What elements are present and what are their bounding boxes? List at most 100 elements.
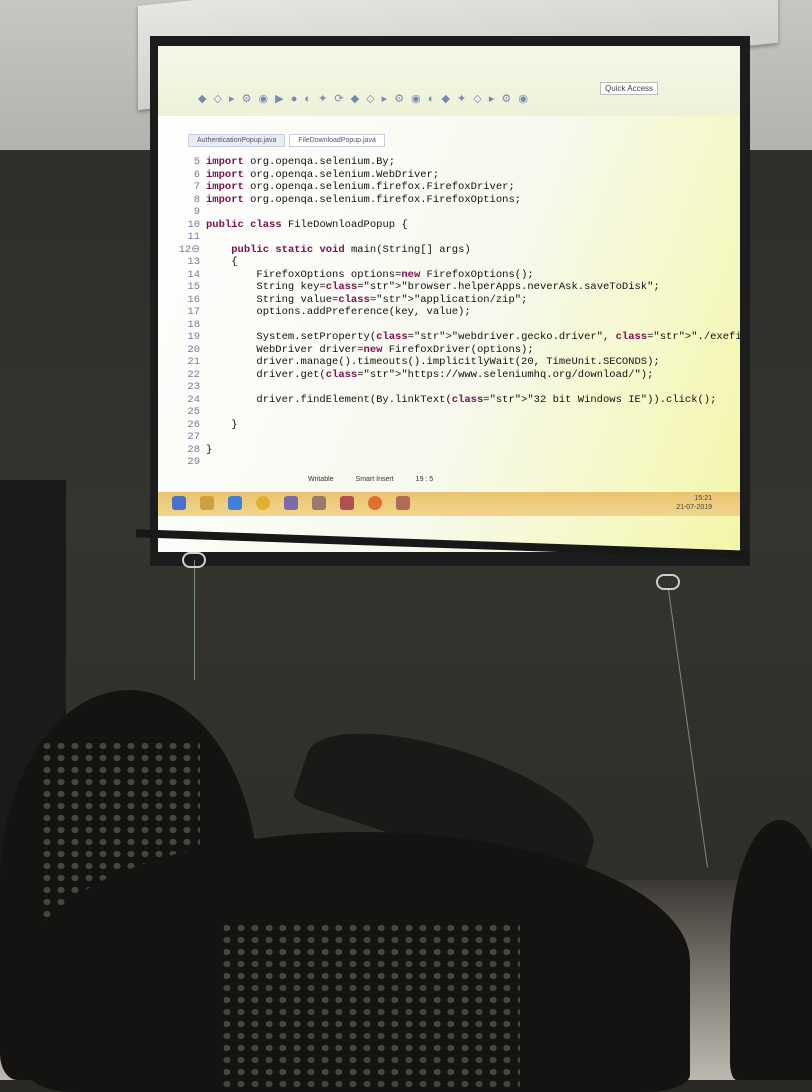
projected-ide-window: ◆ ◇ ▸ ⚙ ◉ ▶ ● ◐ ✦ ⟳ ◆ ◇ ▸ ⚙ ◉ ◐ ◆ ✦ ◇ ▸ …	[158, 46, 740, 552]
code-line: 15 String key=class="str">"browser.helpe…	[178, 281, 698, 294]
line-number: 29	[187, 456, 200, 468]
line-number: 17	[187, 306, 200, 318]
line-text: }	[206, 443, 213, 456]
system-tray-clock[interactable]: 15:21 21-07-2019	[676, 494, 712, 512]
code-line: 17 options.addPreference(key, value);	[178, 306, 698, 319]
line-text: driver.get(class="str">"https://www.sele…	[206, 368, 654, 381]
line-number: 10	[187, 218, 200, 231]
line-number: 25	[187, 406, 200, 418]
code-line: 19 System.setProperty(class="str">"webdr…	[178, 331, 740, 344]
line-number: 8	[193, 193, 200, 206]
code-line: 22 driver.get(class="str">"https://www.s…	[178, 369, 698, 382]
line-text: import org.openqa.selenium.WebDriver;	[206, 168, 440, 181]
chrome-icon[interactable]	[256, 496, 270, 510]
line-number: 27	[187, 431, 200, 443]
code-line: 5 import org.openqa.selenium.By;	[178, 156, 698, 169]
code-line: 23	[178, 381, 698, 394]
code-line: 6 import org.openqa.selenium.WebDriver;	[178, 169, 698, 182]
status-writable: Writable	[308, 476, 334, 483]
line-number: 24	[187, 393, 200, 406]
status-cursor-position: 19 : 5	[415, 476, 434, 483]
screen-hook-left	[182, 552, 206, 568]
line-number: 5	[193, 156, 200, 168]
line-number: 23	[187, 381, 200, 393]
line-text: public class FileDownloadPopup {	[206, 218, 408, 231]
tab-file-download-popup[interactable]: FileDownloadPopup.java	[289, 134, 385, 147]
line-text: WebDriver driver=new FirefoxDriver(optio…	[206, 343, 534, 356]
screen-wire-left	[194, 560, 195, 680]
status-bar: Writable Smart Insert 19 : 5	[308, 476, 433, 483]
line-number: 7	[193, 181, 200, 193]
toolbar-icons: ◆ ◇ ▸ ⚙ ◉ ▶ ● ◐ ✦ ⟳ ◆ ◇ ▸ ⚙ ◉ ◐ ◆ ✦ ◇ ▸ …	[198, 93, 530, 105]
code-line: 9	[178, 206, 698, 219]
line-number: 16	[187, 293, 200, 306]
eclipse-active-icon[interactable]	[396, 496, 410, 510]
line-number: 9	[193, 206, 200, 218]
code-line: 25	[178, 406, 698, 419]
tab-authentication-popup[interactable]: AuthenticationPopup.java	[188, 134, 286, 147]
line-number: 6	[193, 168, 200, 181]
windows-taskbar: 15:21 21-07-2019	[158, 492, 740, 516]
line-text: import org.openqa.selenium.firefox.Firef…	[206, 193, 522, 206]
chair-front-mesh	[220, 922, 520, 1092]
line-number: 20	[187, 343, 200, 356]
code-line: 29	[178, 456, 698, 469]
line-text: String value=class="str">"application/zi…	[206, 293, 528, 306]
code-line: 7 import org.openqa.selenium.firefox.Fire…	[178, 181, 698, 194]
line-text: System.setProperty(class="str">"webdrive…	[206, 331, 740, 343]
line-text: import org.openqa.selenium.firefox.Firef…	[206, 181, 515, 193]
ide-toolbar: ◆ ◇ ▸ ⚙ ◉ ▶ ● ◐ ✦ ⟳ ◆ ◇ ▸ ⚙ ◉ ◐ ◆ ✦ ◇ ▸ …	[158, 46, 740, 116]
line-text: options.addPreference(key, value);	[206, 306, 471, 318]
line-number: 21	[187, 356, 200, 368]
ie-icon[interactable]	[228, 496, 242, 510]
chair-front	[30, 832, 690, 1092]
quick-access-field[interactable]: Quick Access	[600, 82, 659, 95]
line-number: 11	[187, 231, 200, 243]
code-editor[interactable]: 5 import org.openqa.selenium.By; 6 import o…	[178, 156, 740, 476]
explorer-icon[interactable]	[200, 496, 214, 510]
code-line: 24 driver.findElement(By.linkText(class=…	[178, 393, 716, 407]
line-text: driver.manage().timeouts().implicitlyWai…	[206, 356, 660, 368]
code-line: 10 public class FileDownloadPopup {	[178, 219, 698, 232]
app-icon[interactable]	[340, 496, 354, 510]
firefox-icon[interactable]	[368, 496, 382, 510]
code-line: 20 WebDriver driver=new FirefoxDriver(op…	[178, 344, 698, 357]
status-insert-mode: Smart Insert	[355, 476, 394, 483]
classroom-scene: ◆ ◇ ▸ ⚙ ◉ ▶ ● ◐ ✦ ⟳ ◆ ◇ ▸ ⚙ ◉ ◐ ◆ ✦ ◇ ▸ …	[0, 0, 812, 1092]
line-number: 15	[187, 281, 200, 293]
line-number: 28	[187, 443, 200, 456]
code-line: 27	[178, 431, 698, 444]
tray-time: 15:21	[694, 495, 712, 502]
line-text: public static void main(String[] args)	[231, 243, 471, 256]
line-text: String key=class="str">"browser.helperAp…	[206, 281, 660, 293]
line-number: 18	[187, 318, 200, 331]
line-number: 22	[187, 368, 200, 381]
line-text: driver.findElement(By.linkText(class="st…	[206, 393, 717, 406]
code-line: 18	[178, 319, 698, 332]
screen-hook-right	[656, 574, 680, 590]
code-line: 12⊖ public static void main(String[] arg…	[178, 244, 698, 257]
line-text: FirefoxOptions options=new FirefoxOption…	[206, 268, 534, 281]
line-number: 13	[187, 256, 200, 268]
line-number: 26	[187, 418, 200, 431]
code-line: 16 String value=class="str">"application…	[178, 294, 698, 307]
code-line: 14 FirefoxOptions options=new FirefoxOpt…	[178, 269, 698, 282]
eclipse-icon[interactable]	[284, 496, 298, 510]
tray-date: 21-07-2019	[676, 504, 712, 511]
editor-tabs: AuthenticationPopup.java FileDownloadPop…	[188, 134, 385, 147]
line-text: }	[206, 418, 238, 431]
start-icon[interactable]	[172, 496, 186, 510]
code-line: 21 driver.manage().timeouts().implicitly…	[178, 356, 698, 369]
code-line: 13 {	[178, 256, 698, 269]
code-line: 26 }	[178, 419, 698, 432]
line-number: 14	[187, 268, 200, 281]
code-line: 11	[178, 231, 698, 244]
line-text: {	[206, 256, 238, 268]
line-number: 12⊖	[178, 243, 200, 256]
code-line: 28}	[178, 444, 698, 457]
taskbar-icons	[172, 496, 410, 510]
line-number: 19	[187, 331, 200, 343]
code-line: 8 import org.openqa.selenium.firefox.Fire…	[178, 194, 698, 207]
media-icon[interactable]	[312, 496, 326, 510]
line-text: import org.openqa.selenium.By;	[206, 156, 396, 168]
